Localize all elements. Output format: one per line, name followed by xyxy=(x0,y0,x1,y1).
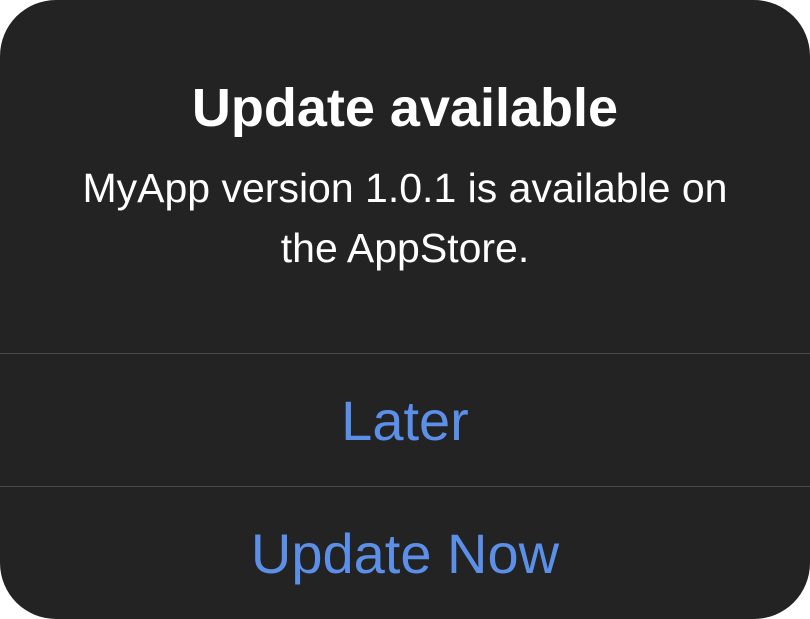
alert-title: Update available xyxy=(191,78,619,138)
update-now-button[interactable]: Update Now xyxy=(0,487,810,619)
alert-content: Update available MyApp version 1.0.1 is … xyxy=(0,0,810,353)
alert-message: MyApp version 1.0.1 is available on the … xyxy=(82,165,728,271)
update-alert-dialog: Update available MyApp version 1.0.1 is … xyxy=(0,0,810,619)
later-button[interactable]: Later xyxy=(0,354,810,486)
